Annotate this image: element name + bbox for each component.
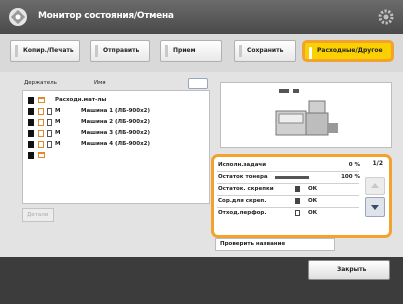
folder-icon xyxy=(38,97,45,103)
tab-store[interactable]: Сохранить xyxy=(234,40,296,62)
tray-icon xyxy=(38,108,44,115)
tray-icon xyxy=(38,141,44,148)
status-row: Остаток тонера 100 % xyxy=(218,174,360,180)
details-button[interactable]: Детали xyxy=(22,208,54,222)
checkbox-icon xyxy=(47,141,52,148)
scroll-up-button[interactable] xyxy=(365,177,385,195)
folder-icon xyxy=(38,152,45,158)
tab-receive[interactable]: Прием xyxy=(160,40,222,62)
tab-copy-print[interactable]: Копир./Печать xyxy=(10,40,80,62)
page-title: Монитор состояния/Отмена xyxy=(38,11,174,21)
list-item[interactable]: М Машина 4 (ЛБ-900х2) xyxy=(23,139,209,150)
tab-bar: Копир./Печать Отправить Прием Сохранить … xyxy=(0,34,403,72)
close-button[interactable]: Закрыть xyxy=(308,260,390,280)
status-indicator-icon xyxy=(295,186,300,192)
tray-icon xyxy=(38,119,44,126)
status-indicator-icon xyxy=(295,210,300,216)
status-monitor-icon xyxy=(9,8,27,26)
printer-illustration xyxy=(220,82,392,148)
expand-icon xyxy=(28,97,34,104)
expand-icon xyxy=(28,141,34,148)
status-row: Отход.перфор. ОК xyxy=(218,210,318,216)
list-item[interactable]: М Машина 1 (ЛБ-900х2) xyxy=(23,106,209,117)
status-row: Исполн.задачи 0 % xyxy=(218,162,360,168)
consumables-status-panel: Исполн.задачи 0 % Остаток тонера 100 % О… xyxy=(211,154,392,238)
page-indicator: 1/2 xyxy=(372,160,383,167)
column-owner[interactable]: Держатель xyxy=(24,80,57,86)
header-bar: Монитор состояния/Отмена xyxy=(0,0,403,34)
arrow-down-icon xyxy=(371,205,379,210)
list-item[interactable]: М Машина 2 (ЛБ-900х2) xyxy=(23,117,209,128)
device-list: Расходн.мат-лы М Машина 1 (ЛБ-900х2) М М… xyxy=(22,90,210,204)
checkbox-icon xyxy=(47,119,52,126)
expand-icon xyxy=(28,152,34,159)
printer-icon xyxy=(275,89,338,136)
list-item[interactable]: М Машина 3 (ЛБ-900х2) xyxy=(23,128,209,139)
tab-consumables-other[interactable]: Расходные/Другое xyxy=(302,40,394,62)
expand-icon xyxy=(28,119,34,126)
tab-send[interactable]: Отправить xyxy=(90,40,150,62)
main-panel: Держатель Имя Расходн.мат-лы М Машина 1 … xyxy=(0,72,403,257)
expand-icon xyxy=(28,108,34,115)
footer-bar: Закрыть xyxy=(0,257,403,304)
checkbox-icon xyxy=(47,130,52,137)
status-row: Сор.для скреп. ОК xyxy=(218,198,318,204)
list-header: Держатель Имя xyxy=(22,78,210,90)
list-item[interactable]: Расходн.мат-лы xyxy=(23,95,209,106)
tray-icon xyxy=(38,130,44,137)
status-row: Остаток. скрепки ОК xyxy=(218,186,318,192)
checkbox-icon xyxy=(47,108,52,115)
column-name[interactable]: Имя xyxy=(94,80,106,86)
status-indicator-icon xyxy=(295,198,300,204)
check-name-button[interactable]: Проверить название xyxy=(215,238,335,251)
sort-button[interactable] xyxy=(188,78,208,89)
toner-level-bar xyxy=(275,176,309,179)
scroll-down-button[interactable] xyxy=(365,197,385,217)
arrow-up-icon xyxy=(371,183,379,188)
gear-icon[interactable] xyxy=(377,8,395,26)
expand-icon xyxy=(28,130,34,137)
list-item[interactable] xyxy=(23,150,209,161)
